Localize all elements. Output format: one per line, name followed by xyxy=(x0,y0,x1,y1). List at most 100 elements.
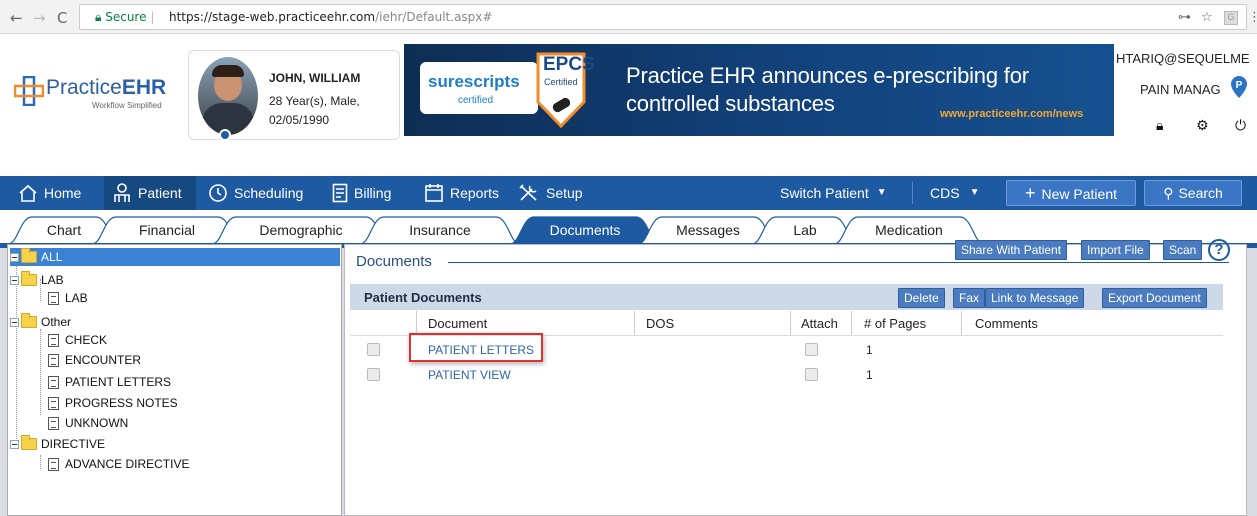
chevron-down-icon: ▼ xyxy=(969,187,980,198)
menu-scheduling-label: Scheduling xyxy=(234,185,304,201)
svg-text:P: P xyxy=(1236,80,1243,91)
browser-toolbar: ← → C 🔒︎ Secure | https://stage-web.prac… xyxy=(0,0,1257,34)
url-path: /iehr/Default.aspx# xyxy=(375,10,493,24)
forward-icon[interactable]: → xyxy=(33,9,46,27)
menu-setup[interactable]: Setup xyxy=(512,176,589,210)
browser-menu-icon[interactable]: ⋮ xyxy=(1248,10,1257,25)
tree-node-lab-child[interactable]: LAB xyxy=(48,289,88,307)
secure-indicator[interactable]: 🔒︎ Secure | xyxy=(95,10,154,25)
patient-card[interactable]: JOHN, WILLIAM 28 Year(s), Male, 02/05/19… xyxy=(188,50,400,141)
search-icon: ⚲ xyxy=(1163,185,1174,201)
patient-name: JOHN, WILLIAM xyxy=(269,71,361,85)
main-menu: Home Patient Scheduling Billing Reports … xyxy=(0,176,1257,210)
new-patient-button[interactable]: + New Patient xyxy=(1006,180,1136,206)
logo-tagline: Workflow Simplified xyxy=(92,101,162,110)
share-with-patient-button[interactable]: Share With Patient xyxy=(955,240,1068,260)
switch-patient-dropdown[interactable]: Switch Patient ▼ xyxy=(780,176,887,210)
search-button[interactable]: ⚲ Search xyxy=(1144,180,1242,206)
gear-icon[interactable]: ⚙ xyxy=(1196,118,1209,134)
reload-icon[interactable]: C xyxy=(57,9,67,27)
tree-node-advance-directive[interactable]: ADVANCE DIRECTIVE xyxy=(48,455,189,473)
cds-dropdown[interactable]: CDS ▼ xyxy=(930,176,979,210)
clock-icon xyxy=(209,184,227,202)
new-patient-label: New Patient xyxy=(1041,186,1117,202)
star-icon[interactable]: ☆ xyxy=(1201,10,1213,25)
banner-link[interactable]: www.practiceehr.com/news xyxy=(940,108,1083,120)
tree-node-check[interactable]: CHECK xyxy=(48,331,107,349)
key-icon[interactable]: ⊶ xyxy=(1178,10,1191,25)
menu-home[interactable]: Home xyxy=(10,176,89,210)
row-checkbox[interactable] xyxy=(367,343,380,356)
column-dos[interactable]: DOS xyxy=(646,316,674,331)
power-icon[interactable]: ⏻ xyxy=(1235,118,1246,134)
announcement-banner[interactable]: surescripts certified EPCS Certified Pra… xyxy=(404,44,1114,136)
menu-scheduling[interactable]: Scheduling xyxy=(202,176,309,210)
lock-icon[interactable]: 🔒︎ xyxy=(1156,118,1163,134)
folder-icon xyxy=(21,435,37,450)
patient-icon xyxy=(114,183,130,202)
page-count: 1 xyxy=(866,368,873,382)
document-link-patient-view[interactable]: PATIENT VIEW xyxy=(428,368,511,382)
document-icon xyxy=(48,333,59,347)
calendar-icon xyxy=(425,184,443,202)
document-icon xyxy=(48,291,59,305)
import-file-button[interactable]: Import File xyxy=(1081,240,1150,260)
help-icon[interactable]: ? xyxy=(1208,239,1230,261)
user-email: HTARIQ@SEQUELME xyxy=(1116,51,1250,66)
logo-text: PracticeEHR xyxy=(46,76,167,99)
title-underline xyxy=(448,262,1229,263)
menu-patient-label: Patient xyxy=(138,185,182,201)
export-document-button[interactable]: Export Document xyxy=(1102,288,1207,308)
menu-reports[interactable]: Reports xyxy=(418,176,505,210)
tree-node-progress-notes[interactable]: PROGRESS NOTES xyxy=(48,394,178,412)
menu-divider xyxy=(912,182,913,204)
epcs-sub: Certified xyxy=(544,77,578,87)
tab-insurance[interactable]: Insurance xyxy=(360,216,520,244)
document-icon xyxy=(48,396,59,410)
patient-status-icon xyxy=(219,129,231,141)
attach-checkbox[interactable] xyxy=(805,343,818,356)
clinic-name[interactable]: PAIN MANAG xyxy=(1140,82,1221,97)
tree-node-unknown[interactable]: UNKNOWN xyxy=(48,414,128,432)
tree-node-other[interactable]: Other xyxy=(10,313,71,331)
menu-patient[interactable]: Patient xyxy=(104,176,196,210)
scan-button[interactable]: Scan xyxy=(1163,240,1203,260)
column-pages[interactable]: # of Pages xyxy=(864,316,926,331)
surescripts-badge: surescripts certified xyxy=(420,62,538,114)
tree-node-patient-letters[interactable]: PATIENT LETTERS xyxy=(48,373,171,391)
document-icon xyxy=(48,416,59,430)
logo-cross-icon xyxy=(14,76,44,106)
practiceehr-logo[interactable]: PracticeEHR Workflow Simplified xyxy=(14,74,184,116)
tree-node-all[interactable]: ALL xyxy=(10,248,340,266)
document-tree: ALL LAB LAB Other CHECK ENCOUNTER PATIEN… xyxy=(7,244,342,516)
row-checkbox[interactable] xyxy=(367,368,380,381)
menu-home-label: Home xyxy=(44,185,82,201)
menu-setup-label: Setup xyxy=(546,185,583,201)
extension-icon[interactable]: G xyxy=(1224,11,1238,25)
switch-patient-label: Switch Patient xyxy=(780,185,869,201)
patient-documents-title: Patient Documents xyxy=(364,290,482,305)
link-to-message-button[interactable]: Link to Message xyxy=(985,288,1085,308)
delete-button[interactable]: Delete xyxy=(898,288,945,308)
back-icon[interactable]: ← xyxy=(10,9,23,27)
tree-node-lab[interactable]: LAB xyxy=(10,271,64,289)
tree-node-encounter[interactable]: ENCOUNTER xyxy=(48,351,141,369)
attach-checkbox[interactable] xyxy=(805,368,818,381)
patient-dob: 02/05/1990 xyxy=(269,113,330,127)
folder-icon xyxy=(21,313,37,328)
column-document[interactable]: Document xyxy=(428,316,487,331)
menu-reports-label: Reports xyxy=(450,185,500,201)
menu-billing[interactable]: Billing xyxy=(326,176,397,210)
separator: | xyxy=(150,10,155,24)
location-pin-icon[interactable]: P xyxy=(1230,75,1248,99)
tree-node-directive[interactable]: DIRECTIVE xyxy=(10,435,105,453)
highlight-annotation xyxy=(409,333,543,362)
epcs-title: EPCS xyxy=(543,54,595,75)
column-comments[interactable]: Comments xyxy=(975,316,1038,331)
address-bar[interactable]: 🔒︎ Secure | https://stage-web.practiceeh… xyxy=(79,4,1257,30)
column-attach[interactable]: Attach xyxy=(801,316,838,331)
cds-label: CDS xyxy=(930,185,960,201)
fax-button[interactable]: Fax xyxy=(953,288,986,308)
url-text[interactable]: https://stage-web.practiceehr.com/iehr/D… xyxy=(169,10,492,24)
home-icon xyxy=(19,184,37,202)
